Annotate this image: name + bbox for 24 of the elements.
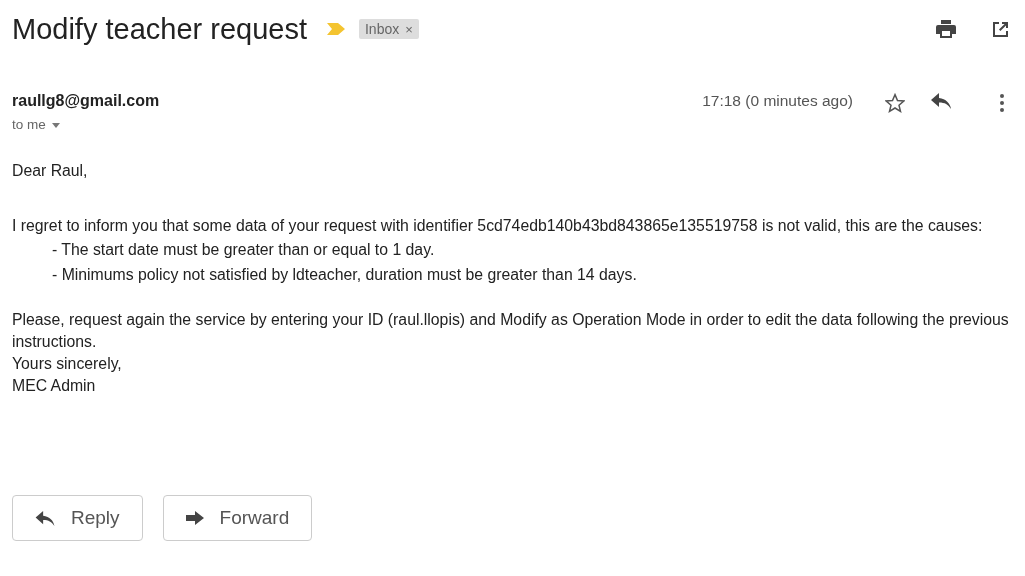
- message-paragraph: Please, request again the service by entering your ID (raul.llopis) and Modify as Operation Mode in order to edit the data following the previous instructions.: [12, 310, 1010, 352]
- message-paragraph: Dear Raul,: [12, 161, 89, 181]
- forward-button[interactable]: Forward: [162, 495, 313, 541]
- message-paragraph: MEC Admin: [12, 376, 97, 396]
- reply-button[interactable]: Reply: [12, 495, 143, 541]
- recipient-text: to me: [12, 117, 46, 132]
- open-in-new-window-icon[interactable]: [992, 20, 1009, 38]
- timestamp: 17:18 (0 minutes ago): [702, 92, 853, 110]
- important-marker-icon[interactable]: [327, 23, 345, 35]
- message-list-item: - Minimums policy not satisfied by ldteacher, duration must be greater than 14 days.: [51, 265, 638, 285]
- remove-label-button[interactable]: ×: [405, 21, 413, 37]
- reply-icon: [35, 510, 55, 526]
- reply-icon[interactable]: [931, 93, 951, 109]
- star-icon[interactable]: [885, 93, 905, 113]
- message-paragraph: Yours sincerely,: [12, 354, 123, 374]
- forward-arrow-icon: [185, 511, 204, 525]
- print-icon[interactable]: [936, 20, 956, 38]
- email-subject: Modify teacher request: [12, 12, 307, 46]
- message-list-item: - The start date must be greater than or equal to 1 day.: [51, 240, 436, 260]
- message-paragraph: I regret to inform you that some data of your request with identifier 5cd74edb140b43bd843865e135519758 is not valid, this are the causes:: [12, 216, 984, 236]
- sender-email: raullg8@gmail.com: [12, 92, 161, 110]
- dropdown-caret-icon[interactable]: [51, 122, 60, 128]
- label-text: Inbox: [365, 21, 400, 37]
- more-options-icon[interactable]: [999, 93, 1005, 113]
